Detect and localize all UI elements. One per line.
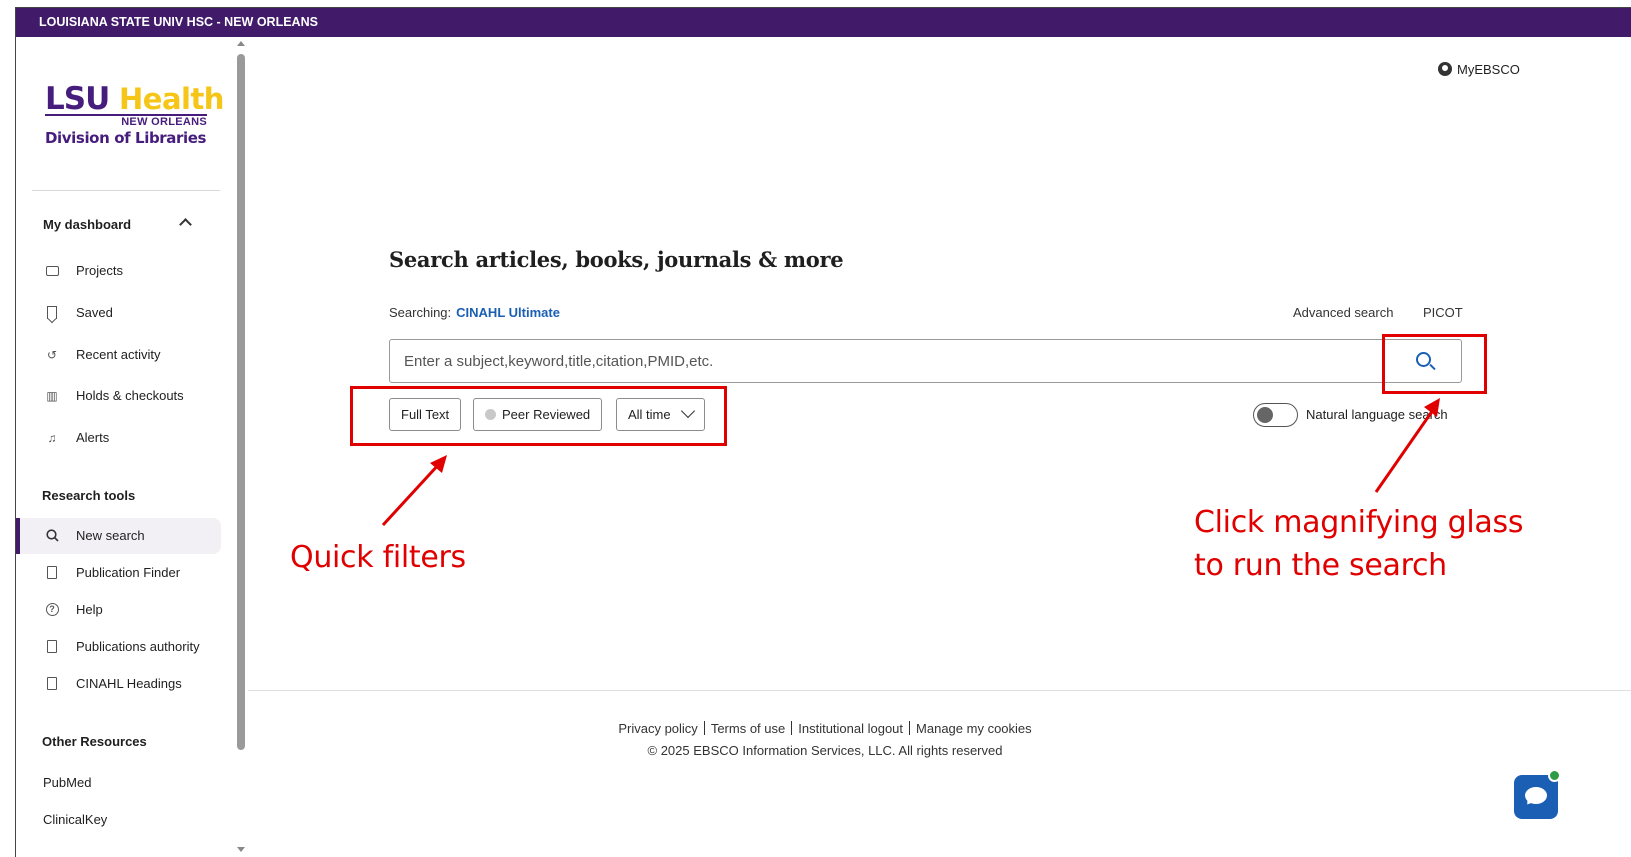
dashboard-heading[interactable]: My dashboard [43,217,131,232]
sidebar-item-label: Holds & checkouts [76,388,184,403]
sidebar-item-recent-activity[interactable]: ↺ Recent activity [16,337,221,373]
logo-division: Division of Libraries [45,129,207,147]
toggle-knob [1257,407,1273,423]
sidebar-item-publication-finder[interactable]: Publication Finder [16,555,221,591]
document-icon [45,566,59,580]
sidebar-item-projects[interactable]: Projects [16,253,221,289]
terms-of-use-link[interactable]: Terms of use [711,721,785,736]
lsu-health-logo[interactable]: LSU Health NEW ORLEANS Division of Libra… [45,81,224,153]
sidebar-item-label: Alerts [76,430,110,445]
search-icon [45,529,59,543]
account-icon [1438,62,1452,76]
sidebar-item-saved[interactable]: Saved [16,295,221,331]
logo-lsu: LSU [45,81,110,117]
sidebar-item-label: New search [76,528,145,543]
folder-icon [45,264,59,278]
quick-filters-highlight-box [350,386,727,446]
scroll-down-arrow[interactable] [237,847,245,852]
search-box [389,339,1462,383]
searching-line: Searching: CINAHL Ultimate [389,305,560,320]
scroll-up-arrow[interactable] [237,41,245,46]
sidebar-scrollbar[interactable] [237,54,245,750]
sidebar-item-publications-authority[interactable]: Publications authority [16,629,221,665]
advanced-search-link[interactable]: Advanced search [1293,305,1393,320]
database-link[interactable]: CINAHL Ultimate [456,305,560,320]
logo-new-orleans: NEW ORLEANS [121,116,207,128]
search-input[interactable] [404,340,1364,382]
online-status-badge [1548,769,1561,782]
sidebar-item-label: Publications authority [76,639,200,654]
chat-button[interactable] [1514,769,1561,819]
resource-link-pubmed[interactable]: PubMed [43,775,91,790]
footer-links: Privacy policy Terms of use Institutional … [248,721,1402,736]
footer-divider [248,690,1631,691]
manage-cookies-link[interactable]: Manage my cookies [916,721,1032,736]
institutional-logout-link[interactable]: Institutional logout [798,721,903,736]
sidebar-item-new-search[interactable]: New search [16,518,221,554]
resource-link-clinicalkey[interactable]: ClinicalKey [43,812,107,827]
sidebar-item-cinahl-headings[interactable]: CINAHL Headings [16,666,221,702]
copyright-text: © 2025 EBSCO Information Services, LLC. … [647,743,1003,758]
sidebar-item-label: Help [76,602,103,617]
natural-language-toggle[interactable] [1253,403,1298,427]
page-title: Search articles, books, journals & more [389,247,844,272]
privacy-policy-link[interactable]: Privacy policy [618,721,697,736]
chevron-up-icon[interactable] [179,218,192,231]
institution-name: LOUISIANA STATE UNIV HSC - NEW ORLEANS [39,15,318,29]
headings-icon [45,677,59,691]
quick-filters-annotation: Quick filters [290,540,466,575]
help-icon: ? [45,603,59,617]
search-button-highlight-box [1382,334,1487,394]
quick-filters-arrowhead [430,455,447,473]
quick-filters-arrow [381,461,442,527]
institution-bar: LOUISIANA STATE UNIV HSC - NEW ORLEANS [16,8,1631,37]
sidebar-item-label: Projects [76,263,123,278]
sidebar-item-help[interactable]: ? Help [16,592,221,628]
sidebar: LSU Health NEW ORLEANS Division of Libra… [16,37,248,857]
sidebar-item-label: Recent activity [76,347,161,362]
natural-language-label: Natural language search [1306,407,1448,422]
research-tools-heading: Research tools [42,488,136,503]
sidebar-item-label: Saved [76,305,113,320]
logo-health: Health [119,82,224,116]
magnifier-arrow [1374,409,1435,493]
sidebar-item-label: CINAHL Headings [76,676,182,691]
magnifier-annotation-line2: to run the search [1194,548,1447,583]
sidebar-item-holds[interactable]: ▥ Holds & checkouts [16,378,221,414]
myebsco-label: MyEBSCO [1457,62,1520,77]
picot-link[interactable]: PICOT [1423,305,1463,320]
main-content: MyEBSCO Search articles, books, journals… [248,37,1631,857]
myebsco-link[interactable]: MyEBSCO [1438,62,1520,77]
books-icon: ▥ [46,389,58,403]
magnifier-annotation-line1: Click magnifying glass [1194,505,1524,540]
history-icon: ↺ [46,348,58,362]
authority-icon [45,640,59,654]
bookmark-icon [45,306,59,320]
browser-frame: LOUISIANA STATE UNIV HSC - NEW ORLEANS L… [15,7,1631,857]
sidebar-item-alerts[interactable]: ♫ Alerts [16,420,221,456]
sidebar-item-label: Publication Finder [76,565,181,580]
sidebar-divider [32,190,220,191]
bell-icon: ♫ [47,431,57,445]
searching-label: Searching: [389,305,452,320]
other-resources-heading: Other Resources [42,734,147,749]
